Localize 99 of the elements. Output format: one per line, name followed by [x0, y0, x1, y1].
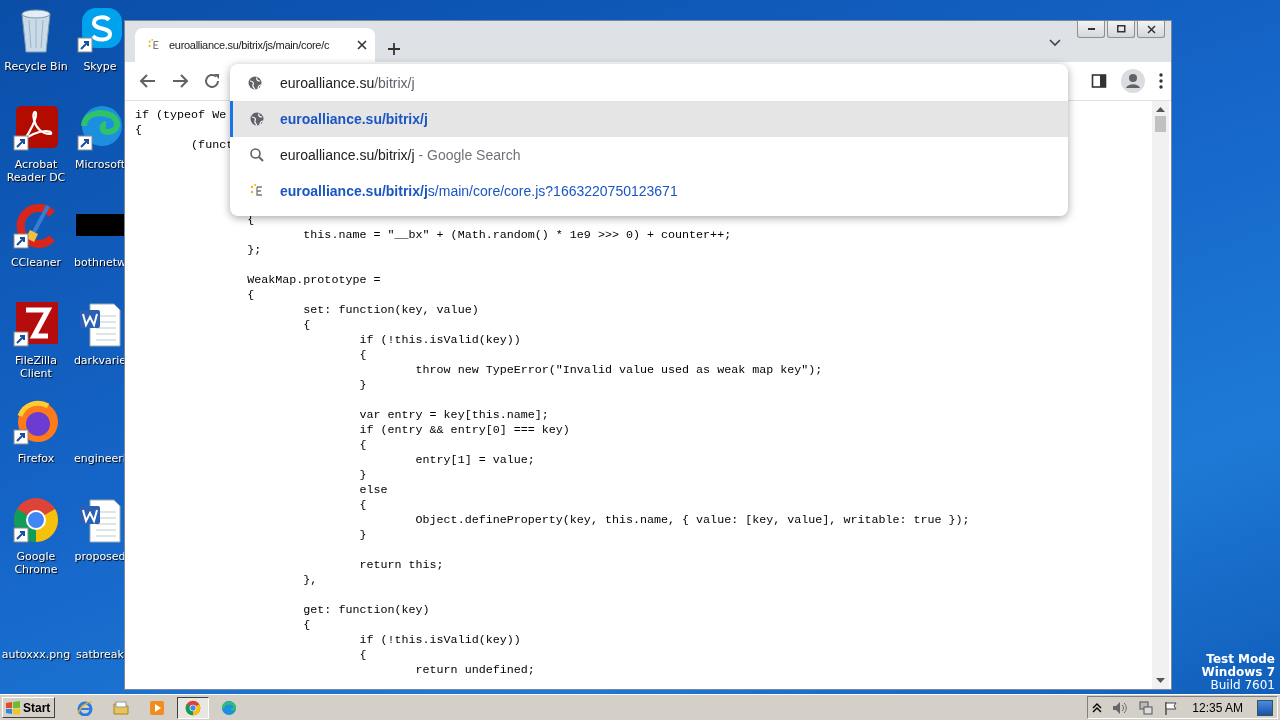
suggestion-item[interactable]: euroalliance.su/bitrix/js/main/core/core.js?1663220750123671 [230, 173, 1068, 209]
code-line: return undefined; [415, 663, 535, 677]
show-hidden-icon[interactable] [1092, 702, 1103, 713]
os-notice-text: Build 7601 [1210, 679, 1275, 692]
code-line: this.name = "__bx" + (Math.random() * 1e9 >>> 0) + counter++; [303, 228, 732, 242]
back-icon[interactable] [139, 72, 157, 90]
filezilla-icon[interactable] [12, 300, 60, 348]
code-line: return this; [359, 558, 444, 572]
icon-label: darkvarie [73, 354, 127, 367]
code-line: } [359, 468, 367, 482]
code-line: entry[1] = value; [415, 453, 535, 467]
edge-icon[interactable] [76, 104, 124, 152]
skype-icon[interactable] [76, 6, 124, 54]
code-line: WeakMap.prototype = [247, 273, 381, 287]
icon-label: Firefox [17, 452, 55, 465]
chrome-icon [185, 699, 202, 716]
close-icon[interactable] [357, 40, 367, 50]
edge-icon [221, 699, 238, 716]
icon-label: Acrobat Reader DC [5, 158, 67, 184]
icon-label: proposed [74, 550, 126, 563]
speaker-icon[interactable] [1112, 700, 1129, 715]
suggestion-item[interactable]: euroalliance.su/bitrix/j - Google Search [230, 137, 1068, 173]
code-line: set: function(key, value) [303, 303, 479, 317]
taskbar-button[interactable] [177, 696, 210, 719]
browser-tab[interactable]: euroalliance.su/bitrix/js/main/core/c [135, 28, 375, 62]
code-line: }; [247, 243, 262, 257]
icon-label: bothnetw [73, 256, 126, 269]
scroll-down-icon[interactable] [1156, 676, 1165, 684]
code-line: { [247, 288, 255, 302]
code-line: }, [303, 573, 318, 587]
flag-icon[interactable] [1164, 700, 1179, 715]
icon-label: FileZilla Client [14, 354, 58, 380]
code-line: { [359, 498, 367, 512]
restore-icon [1116, 25, 1126, 33]
code-line: { [359, 648, 367, 662]
minimize-icon [1087, 28, 1095, 30]
media-player-icon [149, 699, 166, 716]
code-line: { [359, 348, 367, 362]
scroll-thumb[interactable] [1155, 116, 1166, 132]
new-tab-icon[interactable] [387, 42, 401, 56]
icon-label: Google Chrome [13, 550, 59, 576]
browser-icon [77, 699, 94, 716]
icon-label: Skype [83, 60, 117, 73]
suggestion-text: euroalliance.su/bitrix/js/main/core/core.js?1663220750123671 [280, 183, 678, 199]
address-field[interactable]: euroalliance.su/bitrix/j [230, 64, 1068, 101]
globe-icon [247, 74, 263, 91]
os-notice-text: Windows 7 [1201, 666, 1275, 679]
clock: 12:35 AM [1192, 700, 1243, 715]
minimize-button[interactable] [1077, 21, 1105, 38]
network-icon[interactable] [1138, 700, 1155, 715]
acrobat-icon[interactable] [12, 104, 60, 152]
code-line: var entry = key[this.name]; [359, 408, 549, 422]
code-line: Object.defineProperty(key, this.name, { value: [key, value], writable: true }); [415, 513, 970, 527]
profile-icon[interactable] [1121, 69, 1145, 93]
code-line: if (entry && entry[0] === key) [359, 423, 570, 437]
firefox-icon[interactable] [12, 398, 60, 446]
start-button[interactable]: Start [2, 697, 56, 718]
code-line: if (!this.isValid(key)) [359, 633, 521, 647]
side-panel-icon[interactable] [1091, 73, 1107, 89]
code-line: { [135, 123, 142, 137]
code-line: throw new TypeError("Invalid value used as weak map key"); [415, 363, 823, 377]
icon-label: Recycle Bin [4, 60, 68, 73]
code-line: get: function(key) [303, 603, 430, 617]
menu-icon[interactable] [1159, 73, 1163, 89]
code-line: } [359, 378, 367, 392]
icon-label: autoxxx.png [1, 648, 71, 661]
code-line: if (typeof We [135, 108, 227, 122]
favicon-icon [147, 38, 161, 52]
icon-label: Microsoft [74, 158, 126, 171]
code-line: { [303, 618, 311, 632]
restore-button[interactable] [1107, 21, 1135, 38]
globe-icon [248, 111, 265, 127]
close-button[interactable] [1137, 21, 1165, 38]
scrollbar[interactable] [1152, 101, 1169, 689]
tab-title: euroalliance.su/bitrix/js/main/core/c [169, 39, 331, 51]
code-line: if (!this.isValid(key)) [359, 333, 521, 347]
code-line: else [359, 483, 388, 497]
code-line: { [359, 438, 367, 452]
windows-logo-icon [5, 700, 21, 715]
reload-icon[interactable] [203, 72, 221, 90]
code-line: } [359, 528, 367, 542]
icon-label: satbreak [76, 648, 124, 661]
search-icon [248, 147, 265, 163]
icon-label: CCleaner [10, 256, 62, 269]
favicon-icon [248, 183, 265, 199]
chevron-down-icon[interactable] [1049, 39, 1061, 47]
chrome-icon[interactable] [12, 496, 60, 544]
os-notice-text: Test Mode [1206, 653, 1275, 666]
scroll-up-icon[interactable] [1156, 106, 1165, 114]
code-line: { [303, 318, 311, 332]
url-path: /bitrix/j [374, 74, 415, 91]
suggestion-text: euroalliance.su/bitrix/j - Google Search [280, 147, 521, 163]
show-desktop-button[interactable] [1257, 699, 1273, 716]
url-host: euroalliance.su [280, 74, 375, 91]
suggestion-text: euroalliance.su/bitrix/j [280, 111, 428, 127]
suggestion-item[interactable]: euroalliance.su/bitrix/j [230, 101, 1068, 137]
folder-icon [113, 699, 130, 716]
forward-icon[interactable] [171, 72, 189, 90]
close-icon [1146, 24, 1156, 34]
